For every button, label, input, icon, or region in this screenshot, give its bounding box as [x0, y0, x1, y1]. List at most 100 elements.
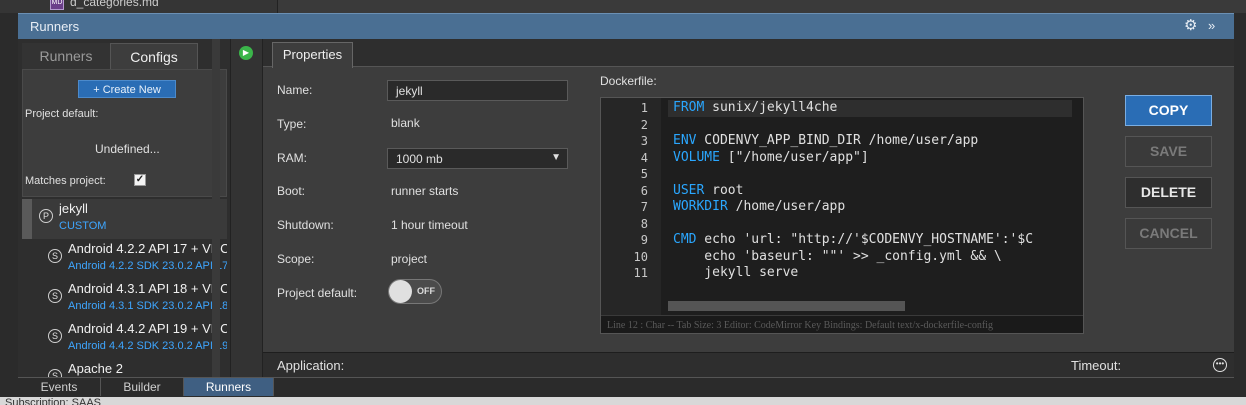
copy-button[interactable]: COPY: [1125, 95, 1212, 126]
project-default-label: Project default:: [25, 108, 99, 120]
code-line: WORKDIR /home/user/app: [673, 199, 845, 214]
code-line: ENV CODENVY_APP_BIND_DIR /home/user/app: [673, 133, 978, 148]
system-runner-icon: S: [48, 249, 62, 263]
cancel-button[interactable]: CANCEL: [1125, 218, 1212, 249]
boot-value: runner starts: [391, 184, 459, 198]
runner-subtitle: CUSTOM: [59, 220, 107, 232]
runner-name: jekyll: [59, 201, 88, 216]
save-button[interactable]: SAVE: [1125, 136, 1212, 167]
runner-item-android-422[interactable]: S Android 4.2.2 API 17 + VNC Android 4.2…: [22, 239, 227, 279]
runner-subtitle: Android 4.3.1 SDK 23.0.2 API 18: [68, 300, 227, 312]
code-line: USER root: [673, 183, 743, 198]
system-runner-icon: S: [48, 329, 62, 343]
code-text: root: [704, 182, 744, 198]
code-line: echo 'baseurl: ""' >> _config.yml && \: [673, 249, 1001, 264]
horizontal-scrollbar[interactable]: [668, 301, 905, 311]
more-options-icon[interactable]: •••: [1213, 358, 1227, 372]
gear-icon[interactable]: ⚙: [1184, 17, 1200, 35]
project-default-value[interactable]: Undefined...: [95, 142, 160, 156]
code-line: FROM sunix/jekyll4che: [673, 100, 837, 115]
code-text: CODENVY_APP_BIND_DIR /home/user/app: [696, 133, 979, 148]
runners-left-panel: Runners Configs + Create New Project def…: [18, 39, 230, 377]
scope-value: project: [391, 252, 428, 266]
boot-label: Boot:: [277, 184, 306, 198]
subscription-status: Subscription: SAAS: [5, 397, 101, 405]
system-runner-icon: S: [48, 369, 62, 377]
dockerfile-keyword: ENV: [673, 133, 697, 148]
play-icon[interactable]: ▶: [239, 46, 253, 60]
code-text: jekyll serve: [673, 265, 799, 280]
runner-name: Android 4.2.2 API 17 + VNC: [68, 241, 227, 256]
status-bar: Subscription: SAAS: [0, 397, 1246, 405]
runner-subtitle: Android 4.4.2 SDK 23.0.2 API 19: [68, 340, 227, 352]
runner-name: Android 4.4.2 API 19 + VNC: [68, 321, 227, 336]
tab-properties[interactable]: Properties: [272, 42, 353, 68]
matches-project-checkbox[interactable]: ✓: [134, 174, 146, 186]
project-default-label: Project default:: [277, 286, 358, 300]
dockerfile-keyword: USER: [673, 182, 705, 198]
file-name[interactable]: d_categories.md: [70, 0, 159, 9]
code-text: sunix/jekyll4che: [704, 100, 838, 115]
markdown-file-icon: MD: [50, 0, 64, 10]
properties-tabbar: Properties: [263, 39, 1234, 68]
properties-panel: Properties Name: jekyll Type: blank RAM:…: [263, 39, 1234, 377]
shutdown-value: 1 hour timeout: [391, 218, 468, 232]
application-label: Application:: [277, 358, 345, 373]
shutdown-label: Shutdown:: [277, 218, 334, 232]
code-lines: FROM sunix/jekyll4che ENV CODENVY_APP_BIN…: [601, 98, 1083, 315]
run-toolbar: ▶: [230, 39, 263, 377]
ram-label: RAM:: [277, 151, 307, 165]
tab-runners-bottom[interactable]: Runners: [184, 378, 274, 396]
code-text: /home/user/app: [727, 199, 846, 214]
runner-name: Android 4.3.1 API 18 + VNC: [68, 281, 227, 296]
double-chevron-down-icon[interactable]: »: [1208, 17, 1224, 35]
runner-item-apache[interactable]: S Apache 2: [22, 359, 227, 377]
delete-button[interactable]: DELETE: [1125, 177, 1212, 208]
timeout-label: Timeout:: [1071, 358, 1122, 373]
tab-configs[interactable]: Configs: [110, 43, 198, 69]
scope-label: Scope:: [277, 252, 315, 266]
runners-panel-titlebar: Runners ⚙ »: [18, 13, 1234, 39]
project-default-toggle[interactable]: OFF: [388, 279, 442, 304]
application-bar: Application: Timeout: •••: [263, 352, 1234, 377]
code-line: jekyll serve: [673, 265, 798, 280]
matches-project-label: Matches project:: [25, 175, 106, 187]
tab-runners[interactable]: Runners: [22, 43, 110, 69]
dropdown-arrow-icon: ▼: [551, 152, 561, 163]
bottom-tabbar: Events Builder Runners: [18, 377, 1234, 397]
code-line: CMD echo 'url: "http://'$CODENVY_HOSTNAM…: [673, 232, 1033, 247]
name-field[interactable]: jekyll: [387, 80, 568, 101]
runner-list: P jekyll CUSTOM S Android 4.2.2 API 17 +…: [22, 199, 227, 377]
code-text: echo 'url: "http://'$CODENVY_HOSTNAME':'…: [696, 232, 1034, 247]
dockerfile-keyword: WORKDIR: [673, 199, 728, 214]
top-file-strip: MD d_categories.md: [0, 0, 1246, 13]
runner-item-jekyll[interactable]: P jekyll CUSTOM: [22, 199, 227, 239]
tab-builder[interactable]: Builder: [101, 378, 184, 396]
ram-select-value: 1000 mb: [396, 152, 443, 166]
configs-box: + Create New Project default: Undefined.…: [22, 69, 227, 197]
name-label: Name:: [277, 83, 313, 97]
code-line: VOLUME ["/home/user/app"]: [673, 150, 869, 165]
runner-subtitle: Android 4.2.2 SDK 23.0.2 API 17: [68, 260, 227, 272]
ram-select[interactable]: 1000 mb ▼: [387, 148, 568, 169]
dockerfile-keyword: FROM: [673, 100, 705, 115]
system-runner-icon: S: [48, 289, 62, 303]
runner-item-android-442[interactable]: S Android 4.4.2 API 19 + VNC Android 4.4…: [22, 319, 227, 359]
project-runner-icon: P: [39, 209, 53, 223]
editor-status-line: Line 12 : Char -- Tab Size: 3 Editor: Co…: [601, 315, 1083, 333]
dockerfile-editor[interactable]: 1 2 3 4 5 6 7 8 9 10 11 FROM sunix/jekyll4che ENV C…: [600, 97, 1084, 334]
dockerfile-keyword: VOLUME: [673, 149, 720, 165]
runner-name: Apache 2: [68, 361, 123, 376]
dockerfile-keyword: CMD: [673, 232, 697, 247]
panel-title: Runners: [30, 19, 80, 34]
toggle-knob: [389, 280, 412, 303]
type-value: blank: [391, 116, 420, 130]
type-label: Type:: [277, 117, 307, 131]
runner-item-android-431[interactable]: S Android 4.3.1 API 18 + VNC Android 4.3…: [22, 279, 227, 319]
tab-events[interactable]: Events: [18, 378, 101, 396]
toggle-state: OFF: [417, 286, 435, 296]
create-new-button[interactable]: + Create New: [78, 80, 176, 98]
code-text: ["/home/user/app"]: [719, 149, 869, 165]
runner-list-scrollbar[interactable]: [212, 39, 220, 377]
dockerfile-label: Dockerfile:: [600, 74, 657, 88]
